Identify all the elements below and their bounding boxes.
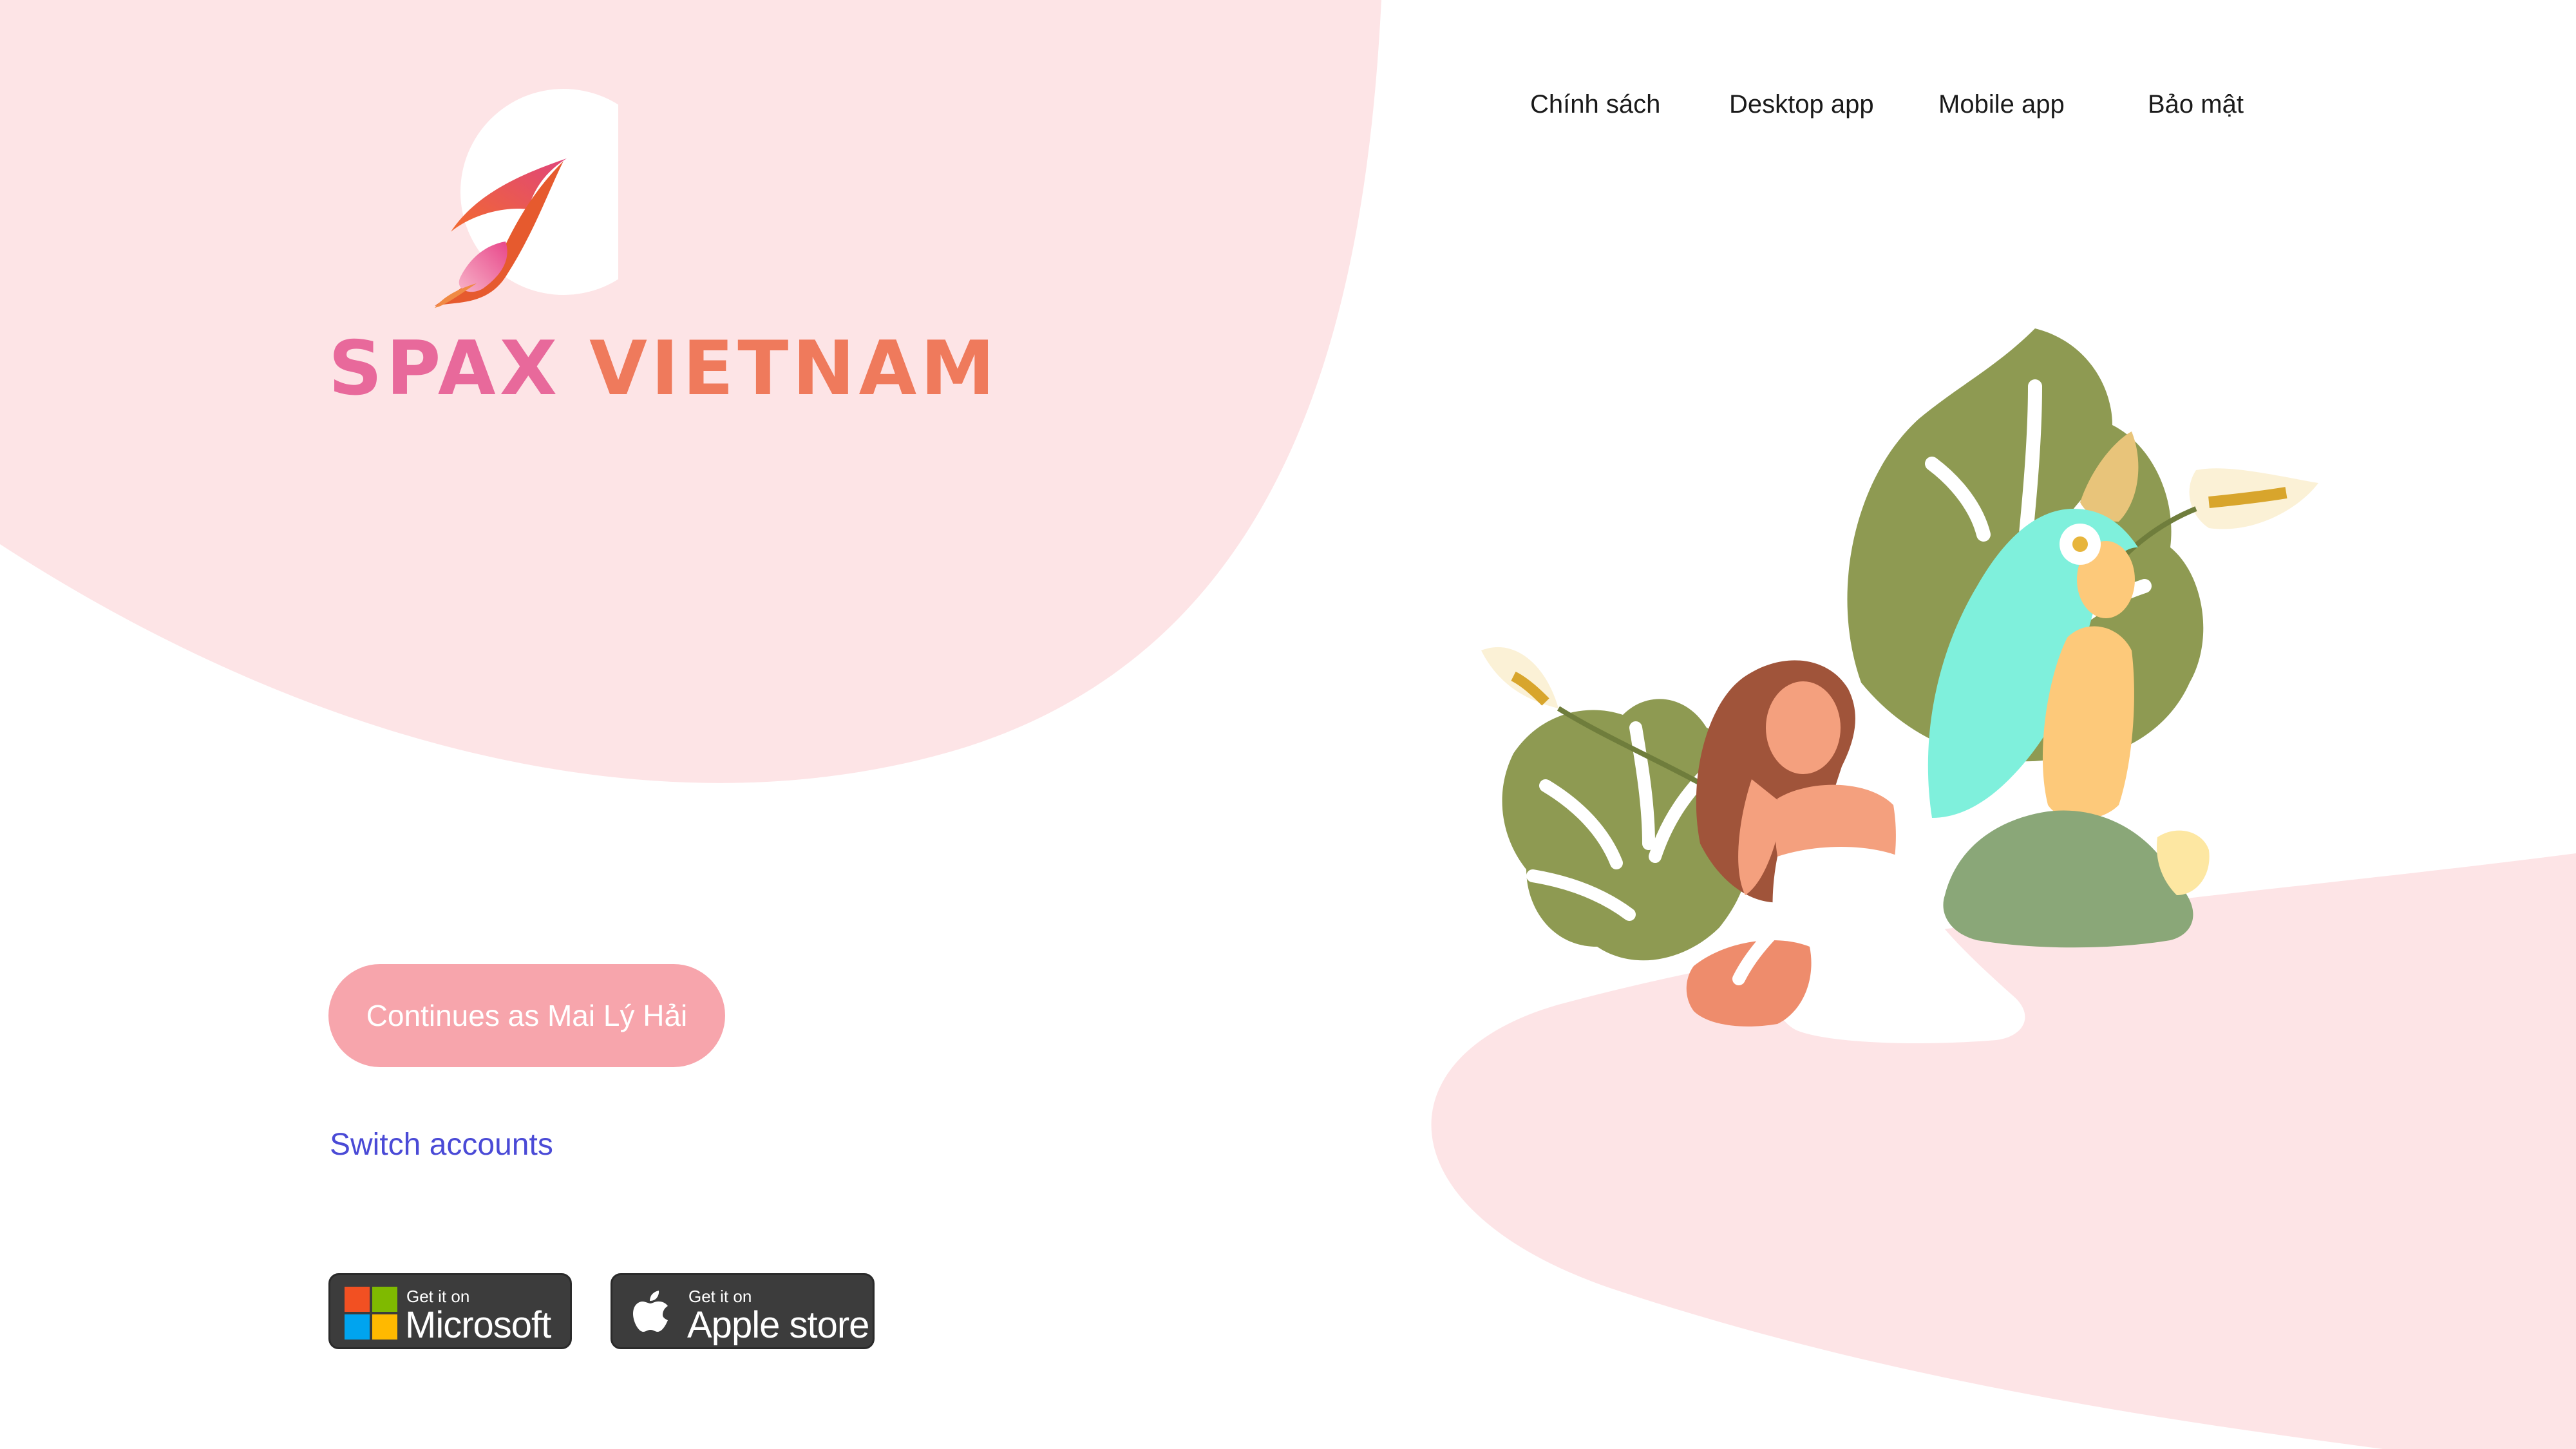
microsoft-store-badge[interactable]: Get it on Microsoft	[328, 1273, 572, 1349]
rocket-flame-logo-icon	[435, 89, 618, 308]
nav-item-mobile-app[interactable]: Mobile app	[1938, 90, 2065, 119]
nav-item-bao-mat[interactable]: Bảo mật	[2148, 90, 2244, 119]
brand-name: SPAX VIETNAM	[328, 325, 999, 412]
green-skirt	[1943, 810, 2193, 948]
brand-name-part2: VIETNAM	[589, 325, 999, 412]
badge-store-name: Apple store	[687, 1304, 869, 1346]
switch-accounts-link[interactable]: Switch accounts	[330, 1127, 553, 1162]
apple-logo-icon	[633, 1291, 668, 1332]
continue-as-user-button[interactable]: Continues as Mai Lý Hải	[328, 964, 725, 1067]
nav-item-chinh-sach[interactable]: Chính sách	[1530, 90, 1660, 119]
brand-block: SPAX VIETNAM	[322, 84, 995, 419]
brand-name-part1: SPAX	[328, 325, 562, 412]
apple-store-badge[interactable]: Get it on Apple store	[611, 1273, 875, 1349]
windows-logo-icon	[345, 1287, 397, 1340]
nav-item-desktop-app[interactable]: Desktop app	[1729, 90, 1874, 119]
badge-store-name: Microsoft	[405, 1304, 551, 1346]
relaxing-women-illustration	[1481, 328, 2318, 1043]
